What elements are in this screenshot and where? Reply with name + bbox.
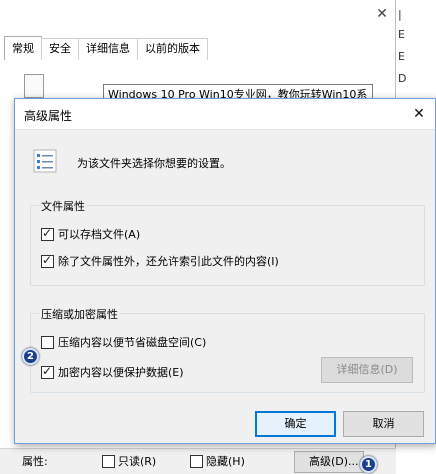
close-icon[interactable]: ✕ — [407, 103, 431, 125]
strip-text: E — [398, 50, 405, 63]
encrypt-label: 加密内容以便保护数据(E) — [58, 366, 184, 379]
strip-text: D — [398, 72, 407, 85]
step-badge-2: 2 — [22, 348, 39, 365]
index-checkbox[interactable]: 除了文件属性外，还允许索引此文件的内容(I) — [41, 253, 279, 269]
hidden-label: 隐藏(H) — [206, 455, 245, 468]
checkbox-icon — [190, 454, 203, 468]
tab-bar: 常规 安全 详细信息 以前的版本 — [4, 36, 208, 60]
checkbox-icon — [41, 226, 54, 241]
checkbox-icon — [41, 335, 54, 349]
advanced-button[interactable]: 高级(D)... — [294, 451, 364, 473]
group-legend: 压缩或加密属性 — [39, 306, 120, 322]
file-icon — [24, 74, 44, 98]
compress-label: 压缩内容以便节省磁盘空间(C) — [58, 336, 207, 349]
archive-label: 可以存档文件(A) — [58, 228, 141, 241]
attributes-row: 属性: 只读(R) 隐藏(H) 高级(D)... — [0, 448, 396, 474]
dialog-titlebar: 高级属性 ✕ — [15, 99, 435, 130]
details-button[interactable]: 详细信息(D) — [321, 357, 413, 383]
tab-previous-versions[interactable]: 以前的版本 — [137, 38, 208, 60]
attributes-label: 属性: — [22, 455, 48, 468]
group-legend: 文件属性 — [39, 198, 87, 214]
step-badge-1: 1 — [360, 456, 377, 473]
encrypt-checkbox[interactable]: 加密内容以便保护数据(E) — [41, 364, 184, 380]
cancel-button[interactable]: 取消 — [343, 411, 424, 437]
strip-text: | — [398, 8, 402, 21]
index-label: 除了文件属性外，还允许索引此文件的内容(I) — [58, 255, 279, 268]
hidden-checkbox[interactable]: 隐藏(H) — [190, 453, 245, 469]
tab-details[interactable]: 详细信息 — [78, 38, 138, 60]
settings-list-icon — [33, 149, 57, 173]
compress-checkbox[interactable]: 压缩内容以便节省磁盘空间(C) — [41, 334, 206, 350]
dialog-instruction: 为该文件夹选择你想要的设置。 — [77, 157, 231, 170]
checkbox-icon — [41, 364, 54, 379]
readonly-label: 只读(R) — [118, 455, 157, 468]
tab-security[interactable]: 安全 — [41, 38, 79, 60]
ok-button[interactable]: 确定 — [255, 411, 336, 437]
close-icon[interactable]: ✕ — [372, 4, 392, 24]
checkbox-icon — [41, 253, 54, 268]
dialog-title: 高级属性 — [24, 109, 73, 123]
strip-text: E — [398, 28, 405, 41]
archive-checkbox[interactable]: 可以存档文件(A) — [41, 226, 140, 242]
file-attributes-group: 文件属性 可以存档文件(A) 除了文件属性外，还允许索引此文件的内容(I) — [30, 198, 425, 286]
readonly-checkbox[interactable]: 只读(R) — [102, 453, 156, 469]
checkbox-icon — [102, 454, 115, 468]
tab-general[interactable]: 常规 — [4, 36, 42, 60]
advanced-attributes-dialog: 高级属性 ✕ 为该文件夹选择你想要的设置。 文件属性 可以存档文件(A) 除了文… — [14, 98, 436, 444]
